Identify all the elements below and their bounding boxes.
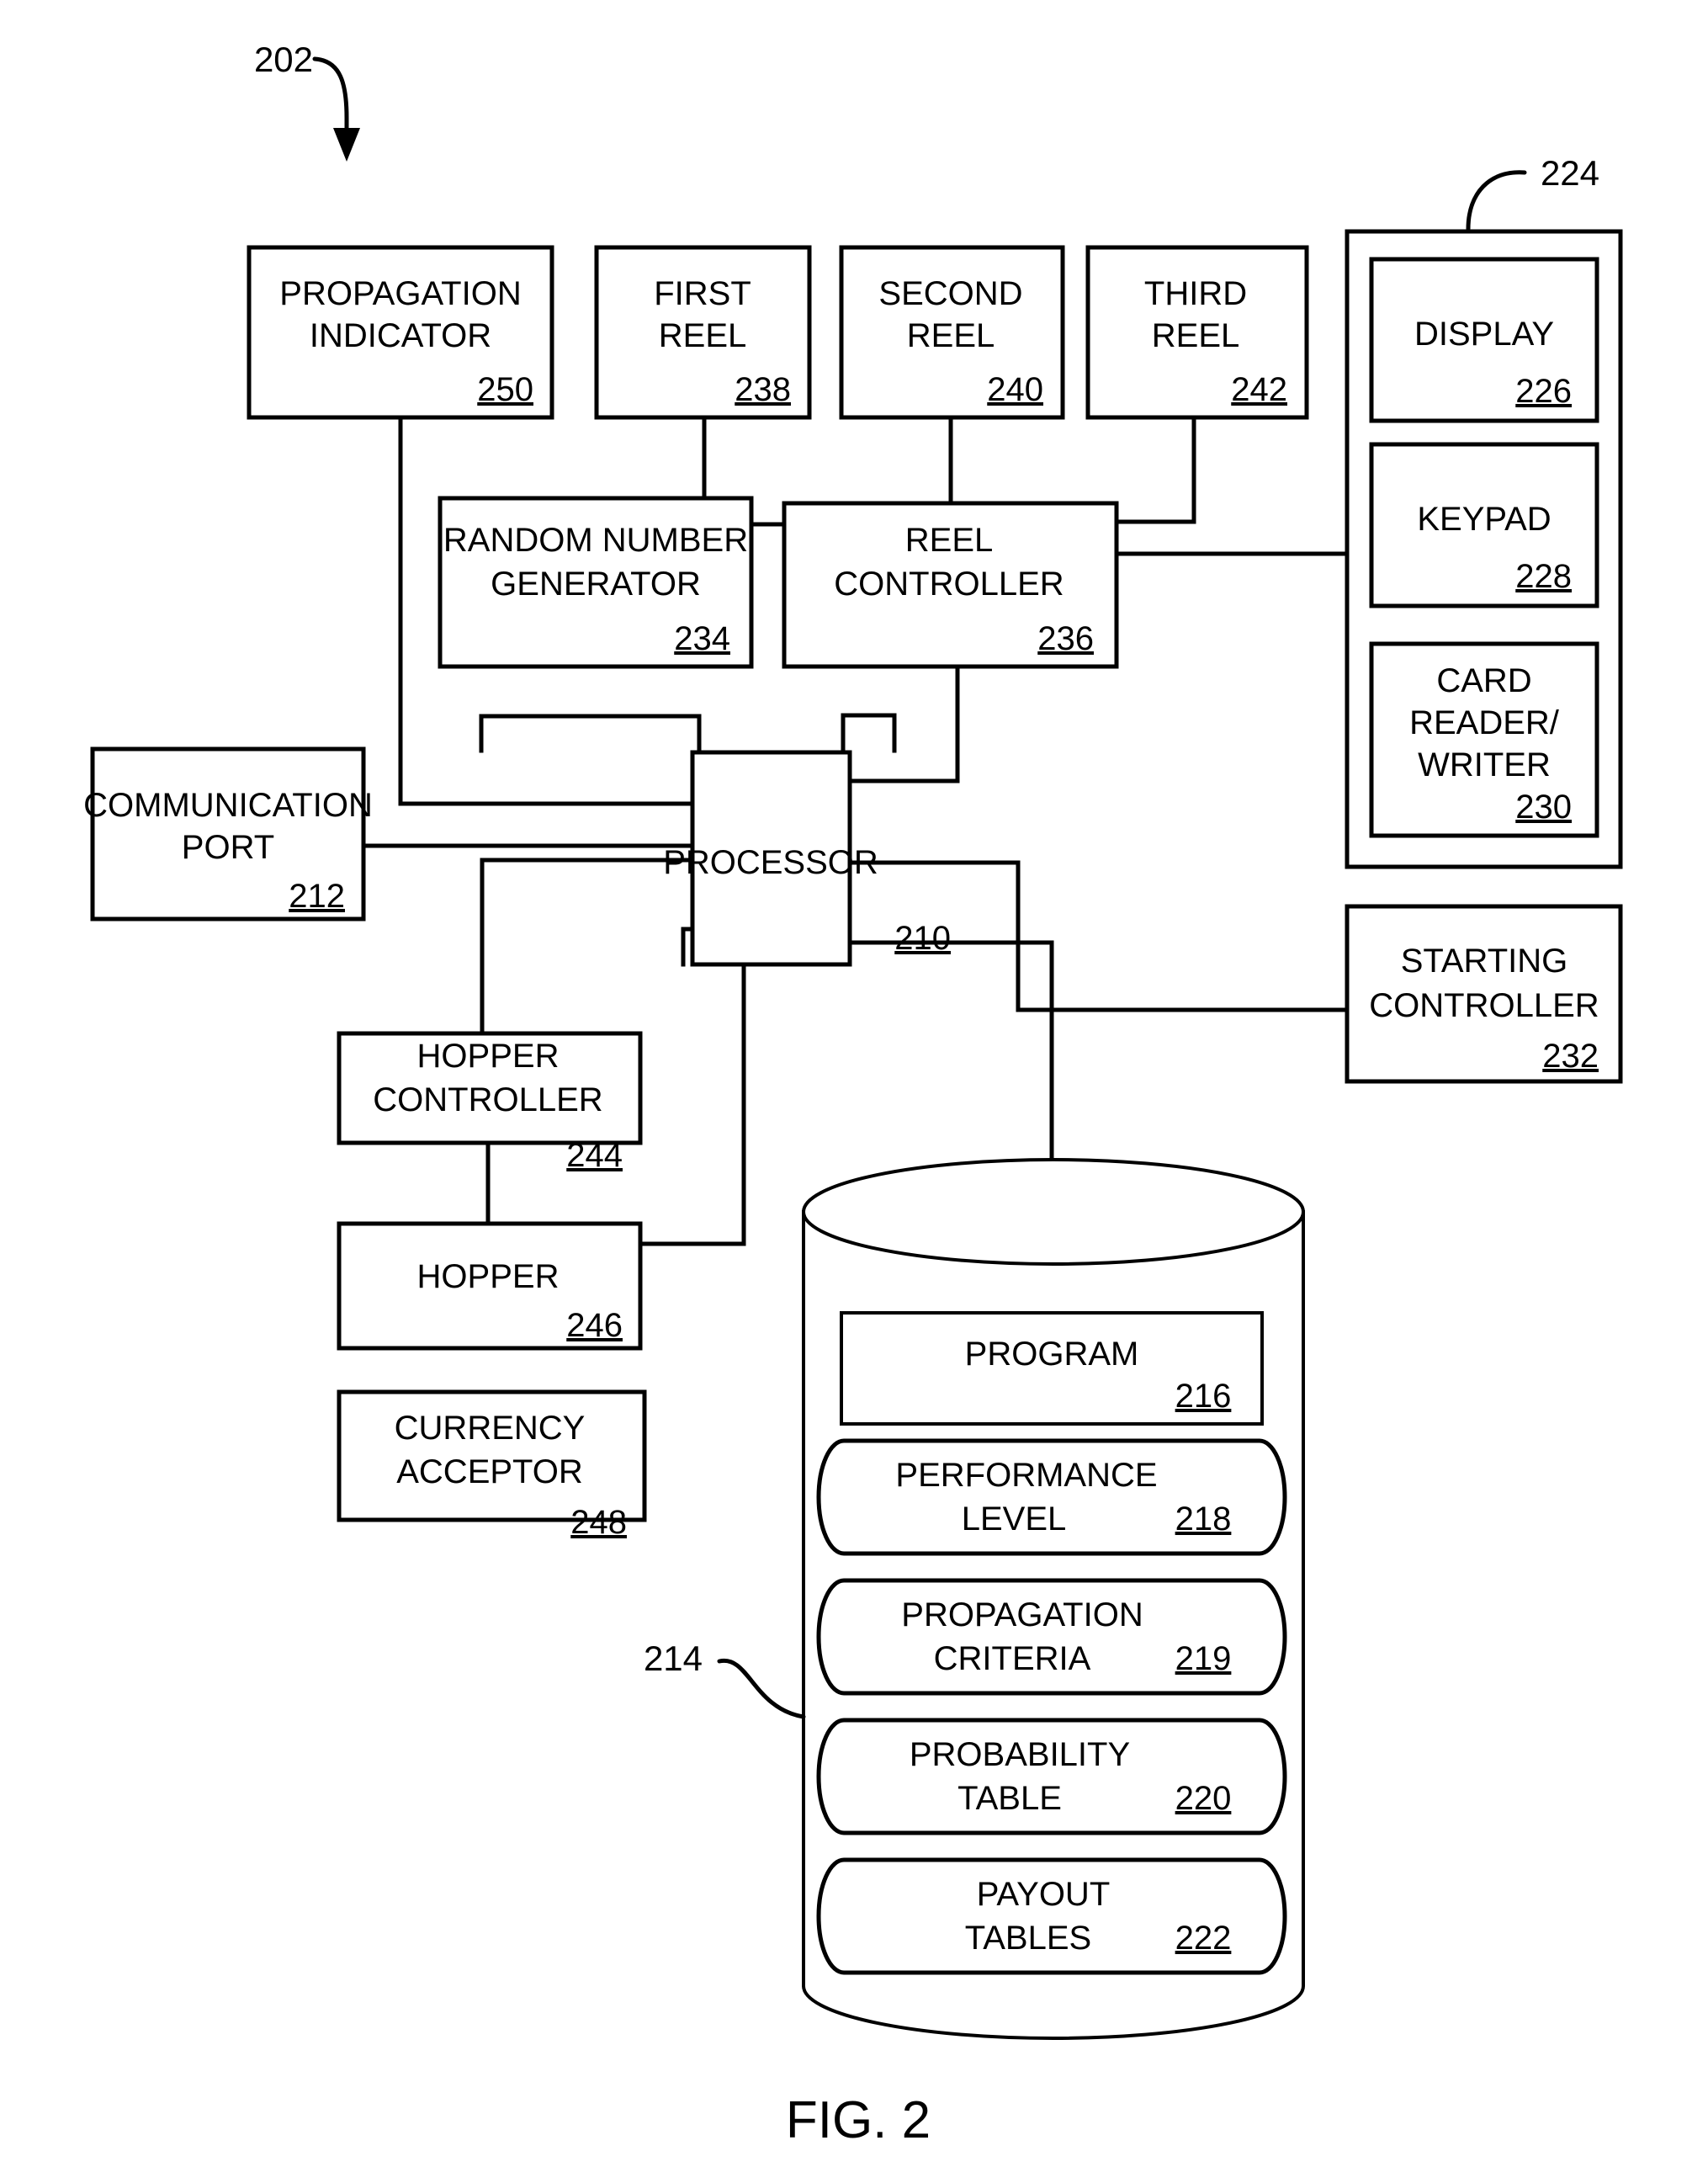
third-reel-label-line2: REEL bbox=[1152, 317, 1240, 354]
keypad-label: KEYPAD bbox=[1417, 501, 1551, 538]
display-ref-number: 226 bbox=[1515, 373, 1572, 410]
starting-controller-label-line2: CONTROLLER bbox=[1369, 987, 1599, 1024]
propagation-indicator-ref-number: 250 bbox=[477, 371, 533, 408]
system-leader-arrowhead bbox=[333, 128, 360, 162]
processor-ref-number: 210 bbox=[894, 920, 951, 957]
reel-controller-ref-number: 236 bbox=[1037, 620, 1094, 657]
block-first-reel[interactable]: FIRST REEL 238 bbox=[594, 245, 812, 420]
program-label: PROGRAM bbox=[965, 1336, 1139, 1373]
program-ref-number: 216 bbox=[1175, 1378, 1232, 1415]
reel-controller-label-line2: CONTROLLER bbox=[834, 566, 1064, 603]
database-top-ellipse bbox=[802, 1158, 1305, 1266]
block-currency-acceptor[interactable]: CURRENCY ACCEPTOR 248 bbox=[337, 1389, 647, 1541]
payout-tables-ref-number: 222 bbox=[1175, 1920, 1232, 1957]
propagation-criteria-ref-number: 219 bbox=[1175, 1640, 1232, 1677]
patent-figure-page: PROPAGATION INDICATOR 250 FIRST REEL 238… bbox=[0, 0, 1708, 2183]
card-reader-writer-label-line1: CARD bbox=[1436, 662, 1531, 699]
probability-table-label-line1: PROBABILITY bbox=[910, 1736, 1130, 1773]
starting-controller-ref-number: 232 bbox=[1542, 1038, 1599, 1075]
block-propagation-indicator[interactable]: PROPAGATION INDICATOR 250 bbox=[247, 245, 554, 420]
rng-ref-number: 234 bbox=[674, 620, 730, 657]
db-item-program[interactable]: PROGRAM 216 bbox=[840, 1311, 1264, 1426]
block-keypad[interactable]: KEYPAD 228 bbox=[1369, 442, 1599, 608]
block-card-reader-writer[interactable]: CARD READER/ WRITER 230 bbox=[1369, 641, 1599, 838]
propagation-indicator-label-line1: PROPAGATION bbox=[279, 275, 521, 312]
keypad-ref-number: 228 bbox=[1515, 558, 1572, 595]
block-second-reel[interactable]: SECOND REEL 240 bbox=[839, 245, 1065, 420]
hopper-label: HOPPER bbox=[417, 1258, 560, 1295]
first-reel-label-line1: FIRST bbox=[654, 275, 751, 312]
propagation-indicator-label-line2: INDICATOR bbox=[310, 317, 491, 354]
third-reel-ref-number: 242 bbox=[1231, 371, 1287, 408]
propagation-criteria-label-line2: CRITERIA bbox=[934, 1640, 1091, 1677]
block-communication-port[interactable]: COMMUNICATION PORT 212 bbox=[83, 746, 373, 922]
db-item-performance-level[interactable]: PERFORMANCE LEVEL 218 bbox=[816, 1438, 1287, 1556]
currency-acceptor-label-line1: CURRENCY bbox=[395, 1410, 586, 1447]
third-reel-label-line1: THIRD bbox=[1144, 275, 1247, 312]
rng-label-line1: RANDOM NUMBER bbox=[443, 522, 748, 559]
reel-controller-label-line1: REEL bbox=[905, 522, 994, 559]
terminal-group-reference-leader: 224 bbox=[1466, 153, 1599, 231]
first-reel-ref-number: 238 bbox=[735, 371, 791, 408]
database-cylinder[interactable]: PROGRAM 216 PERFORMANCE LEVEL 218 PROPAG… bbox=[802, 1158, 1305, 2040]
probability-table-ref-number: 220 bbox=[1175, 1780, 1232, 1817]
block-display[interactable]: DISPLAY 226 bbox=[1369, 257, 1599, 423]
probability-table-label-line2: TABLE bbox=[957, 1780, 1062, 1817]
card-reader-writer-label-line2: READER/ bbox=[1409, 704, 1560, 741]
db-item-probability-table[interactable]: PROBABILITY TABLE 220 bbox=[816, 1718, 1287, 1835]
system-ref-number: 202 bbox=[254, 40, 313, 79]
card-reader-writer-ref-number: 230 bbox=[1515, 789, 1572, 826]
display-label: DISPLAY bbox=[1414, 316, 1554, 353]
block-terminal-group[interactable]: DISPLAY 226 KEYPAD 228 CARD READER/ WRIT… bbox=[1345, 229, 1623, 869]
block-starting-controller[interactable]: STARTING CONTROLLER 232 bbox=[1345, 904, 1623, 1084]
block-hopper[interactable]: HOPPER 246 bbox=[337, 1221, 643, 1351]
first-reel-label-line2: REEL bbox=[659, 317, 747, 354]
hopper-controller-label-line1: HOPPER bbox=[417, 1038, 560, 1075]
db-item-propagation-criteria[interactable]: PROPAGATION CRITERIA 219 bbox=[816, 1578, 1287, 1696]
terminal-group-ref-number: 224 bbox=[1541, 153, 1599, 193]
wire-processor-to-currency-acceptor bbox=[642, 927, 746, 1246]
wire-rng-to-processor bbox=[479, 714, 702, 755]
second-reel-label-line1: SECOND bbox=[878, 275, 1022, 312]
block-diagram: PROPAGATION INDICATOR 250 FIRST REEL 238… bbox=[83, 40, 1623, 2149]
performance-level-label-line1: PERFORMANCE bbox=[895, 1457, 1157, 1494]
hopper-ref-number: 246 bbox=[566, 1307, 623, 1344]
database-reference-leader: 214 bbox=[644, 1639, 806, 1719]
block-processor[interactable]: PROCESSOR 210 bbox=[663, 750, 951, 967]
processor-label: PROCESSOR bbox=[663, 844, 878, 881]
wire-processor-to-database bbox=[847, 940, 1054, 1187]
communication-port-label-line2: PORT bbox=[182, 829, 274, 866]
hopper-controller-label-line2: CONTROLLER bbox=[373, 1081, 602, 1118]
performance-level-ref-number: 218 bbox=[1175, 1500, 1232, 1538]
db-item-payout-tables[interactable]: PAYOUT TABLES 222 bbox=[816, 1857, 1287, 1975]
block-reel-controller[interactable]: REEL CONTROLLER 236 bbox=[782, 501, 1119, 669]
communication-port-ref-number: 212 bbox=[289, 878, 345, 915]
payout-tables-label-line2: TABLES bbox=[965, 1920, 1091, 1957]
database-ref-number: 214 bbox=[644, 1639, 703, 1678]
card-reader-writer-label-line3: WRITER bbox=[1418, 746, 1551, 783]
database-leader-line bbox=[717, 1658, 806, 1719]
second-reel-label-line2: REEL bbox=[907, 317, 995, 354]
communication-port-label-line1: COMMUNICATION bbox=[83, 787, 373, 824]
performance-level-label-line2: LEVEL bbox=[962, 1500, 1067, 1538]
terminal-group-leader-line bbox=[1466, 170, 1527, 231]
figure-caption: FIG. 2 bbox=[786, 2091, 931, 2149]
wire-processor-to-hopper-controller bbox=[480, 858, 695, 1036]
currency-acceptor-label-line2: ACCEPTOR bbox=[396, 1453, 583, 1490]
payout-tables-label-line1: PAYOUT bbox=[977, 1876, 1111, 1913]
second-reel-ref-number: 240 bbox=[987, 371, 1043, 408]
propagation-criteria-label-line1: PROPAGATION bbox=[901, 1596, 1143, 1633]
hopper-controller-ref-number: 244 bbox=[566, 1137, 623, 1174]
block-random-number-generator[interactable]: RANDOM NUMBER GENERATOR 234 bbox=[438, 496, 754, 669]
rng-label-line2: GENERATOR bbox=[491, 566, 701, 603]
system-reference-leader: 202 bbox=[254, 40, 360, 162]
block-third-reel[interactable]: THIRD REEL 242 bbox=[1085, 245, 1309, 420]
starting-controller-label-line1: STARTING bbox=[1401, 943, 1568, 980]
currency-acceptor-ref-number: 248 bbox=[570, 1504, 627, 1541]
wire-reel-controller-to-processor bbox=[841, 713, 897, 755]
